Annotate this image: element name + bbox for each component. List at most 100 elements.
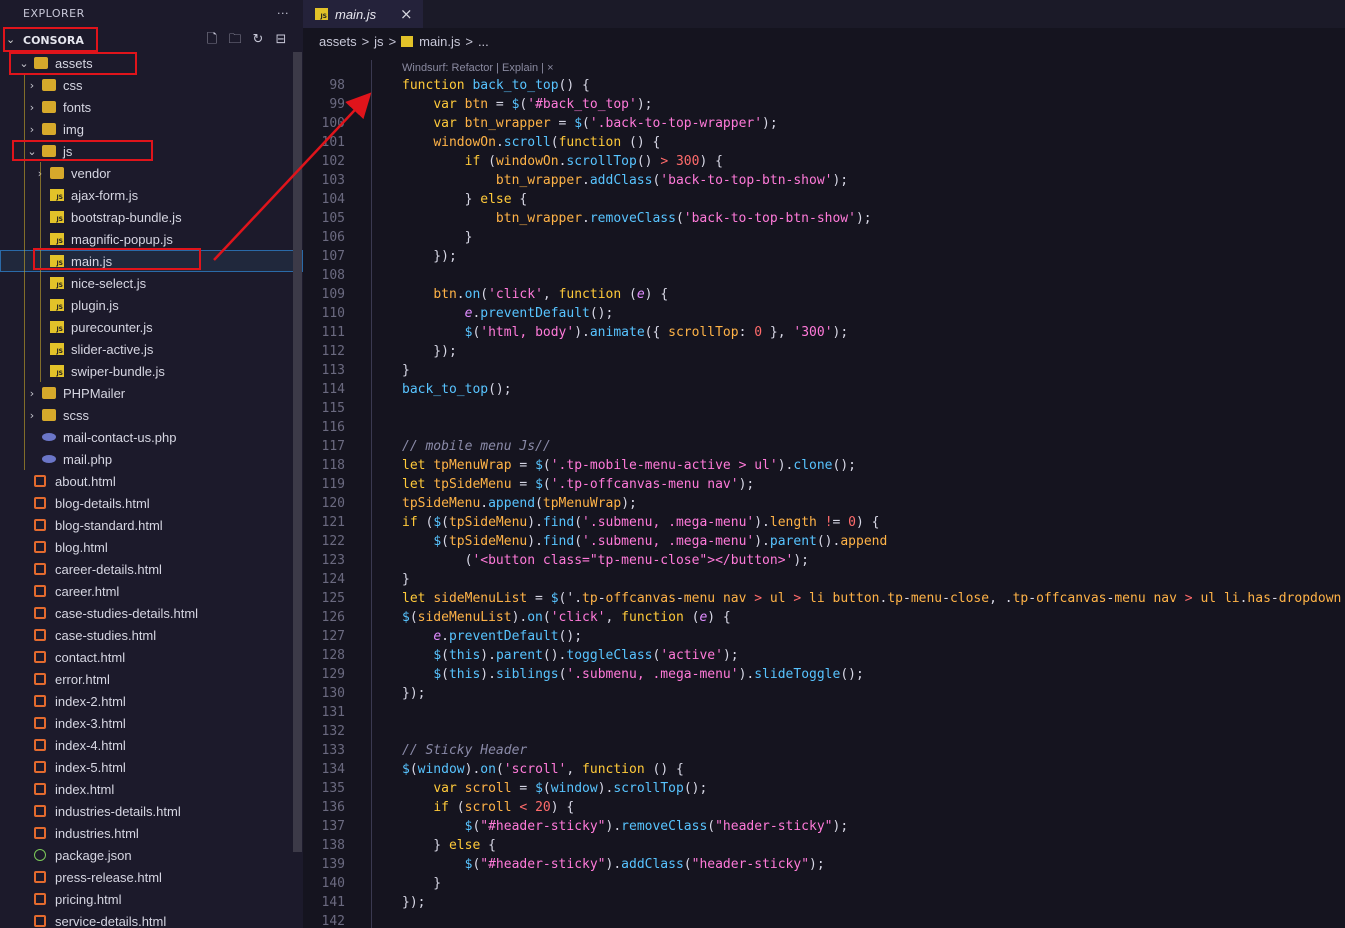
tree-item[interactable]: bootstrap-bundle.js xyxy=(0,206,303,228)
code-line: 133 // Sticky Header xyxy=(303,743,1345,762)
project-root[interactable]: ⌄ CONSORA 🗋 🗀 ↻ ⊟ xyxy=(0,30,303,50)
tree-item[interactable]: main.js xyxy=(0,250,303,272)
line-number: 124 xyxy=(321,572,345,587)
tree-item[interactable]: press-release.html xyxy=(0,866,303,888)
close-icon[interactable]: × xyxy=(400,5,413,23)
tree-item[interactable]: about.html xyxy=(0,470,303,492)
code-text: }); xyxy=(402,895,426,910)
tree-item[interactable]: ⌄ js xyxy=(0,140,303,162)
tree-item[interactable]: plugin.js xyxy=(0,294,303,316)
tree-item[interactable]: career-details.html xyxy=(0,558,303,580)
tree-item[interactable]: error.html xyxy=(0,668,303,690)
code-text: $("#header-sticky").removeClass("header-… xyxy=(464,819,849,834)
line-number: 136 xyxy=(321,800,345,815)
tree-item[interactable]: ⌄ assets xyxy=(0,52,303,74)
tree-item[interactable]: index-3.html xyxy=(0,712,303,734)
line-number: 115 xyxy=(321,401,345,416)
code-text: } else { xyxy=(402,192,528,207)
tree-item[interactable]: › css xyxy=(0,74,303,96)
js-file-icon xyxy=(50,255,64,267)
html-file-icon xyxy=(34,475,46,487)
tree-item[interactable]: career.html xyxy=(0,580,303,602)
js-file-icon xyxy=(50,365,64,377)
tree-item[interactable]: service-details.html xyxy=(0,910,303,928)
tree-item-label: nice-select.js xyxy=(71,275,147,291)
tree-item[interactable]: index-4.html xyxy=(0,734,303,756)
tree-item[interactable]: swiper-bundle.js xyxy=(0,360,303,382)
line-number: 102 xyxy=(321,154,345,169)
tree-item-label: career-details.html xyxy=(55,561,162,577)
tree-item[interactable]: mail.php xyxy=(0,448,303,470)
code-text: e.preventDefault(); xyxy=(433,629,583,644)
tree-item[interactable]: contact.html xyxy=(0,646,303,668)
line-number: 103 xyxy=(321,173,345,188)
tree-item[interactable]: purecounter.js xyxy=(0,316,303,338)
codelens[interactable]: Windsurf: Refactor | Explain | × xyxy=(402,62,554,74)
tree-item[interactable]: package.json xyxy=(0,844,303,866)
code-line: 111 $('html, body').animate({ scrollTop:… xyxy=(303,325,1345,344)
tree-item[interactable]: slider-active.js xyxy=(0,338,303,360)
code-text: }); xyxy=(402,249,457,264)
tree-item[interactable]: magnific-popup.js xyxy=(0,228,303,250)
tree-item[interactable]: case-studies-details.html xyxy=(0,602,303,624)
tree-item[interactable]: blog.html xyxy=(0,536,303,558)
line-number: 109 xyxy=(321,287,345,302)
code-editor[interactable]: 98 function back_to_top() {99 var btn = $… xyxy=(303,48,1345,928)
tree-item[interactable]: › fonts xyxy=(0,96,303,118)
breadcrumb-item[interactable]: main.js xyxy=(419,34,460,49)
tree-item[interactable]: index-5.html xyxy=(0,756,303,778)
tree-item[interactable]: ajax-form.js xyxy=(0,184,303,206)
tab-main-js[interactable]: main.js × xyxy=(303,0,423,28)
tree-item[interactable]: ›vendor xyxy=(0,162,303,184)
code-line: 108 xyxy=(303,268,1345,287)
tree-item-label: about.html xyxy=(55,473,116,489)
tree-item-label: pricing.html xyxy=(55,891,122,907)
code-text: } xyxy=(402,230,473,245)
tree-item[interactable]: index.html xyxy=(0,778,303,800)
code-text: if ($(tpSideMenu).find('.submenu, .mega-… xyxy=(402,515,880,530)
line-number: 119 xyxy=(321,477,345,492)
code-text: btn_wrapper.addClass('back-to-top-btn-sh… xyxy=(495,173,849,188)
line-number: 100 xyxy=(321,116,345,131)
tree-item[interactable]: › PHPMailer xyxy=(0,382,303,404)
folder-icon xyxy=(34,57,48,69)
code-line: 118 let tpMenuWrap = $('.tp-mobile-menu-a… xyxy=(303,458,1345,477)
js-file-icon xyxy=(50,343,64,355)
tree-item[interactable]: blog-details.html xyxy=(0,492,303,514)
breadcrumb-item[interactable]: assets xyxy=(319,34,357,49)
tree-item[interactable]: industries.html xyxy=(0,822,303,844)
code-line: 140 } xyxy=(303,876,1345,895)
line-number: 107 xyxy=(321,249,345,264)
refresh-icon[interactable]: ↻ xyxy=(250,32,266,48)
tree-item[interactable]: › scss xyxy=(0,404,303,426)
js-file-icon xyxy=(50,321,64,333)
code-line: 101 windowOn.scroll(function () { xyxy=(303,135,1345,154)
code-text: }); xyxy=(402,686,426,701)
tree-item[interactable]: nice-select.js xyxy=(0,272,303,294)
tree-item[interactable]: › img xyxy=(0,118,303,140)
new-folder-icon[interactable]: 🗀 xyxy=(227,32,243,48)
code-text: btn.on('click', function (e) { xyxy=(433,287,669,302)
code-text: } xyxy=(402,876,442,891)
line-number: 98 xyxy=(329,78,345,93)
tree-item-label: main.js xyxy=(71,253,113,269)
collapse-all-icon[interactable]: ⊟ xyxy=(273,32,289,48)
breadcrumb-item[interactable]: js xyxy=(374,34,383,49)
tree-item[interactable]: industries-details.html xyxy=(0,800,303,822)
code-text: let sideMenuList = $('.tp-offcanvas-menu… xyxy=(402,591,1342,606)
breadcrumb-item[interactable]: ... xyxy=(478,34,489,49)
tree-item[interactable]: index-2.html xyxy=(0,690,303,712)
code-text: } xyxy=(402,363,410,378)
ellipsis-icon[interactable]: ··· xyxy=(277,7,289,20)
tree-item[interactable]: blog-standard.html xyxy=(0,514,303,536)
tree-item[interactable]: pricing.html xyxy=(0,888,303,910)
tree-item[interactable]: case-studies.html xyxy=(0,624,303,646)
code-line: 135 var scroll = $(window).scrollTop(); xyxy=(303,781,1345,800)
breadcrumb-separator: > xyxy=(388,33,397,49)
code-text: btn_wrapper.removeClass('back-to-top-btn… xyxy=(495,211,872,226)
line-number: 111 xyxy=(321,325,345,340)
new-file-icon[interactable]: 🗋 xyxy=(204,32,220,48)
code-text: // mobile menu Js// xyxy=(402,439,551,454)
tree-item[interactable]: mail-contact-us.php xyxy=(0,426,303,448)
sidebar-scrollbar[interactable] xyxy=(293,52,302,852)
